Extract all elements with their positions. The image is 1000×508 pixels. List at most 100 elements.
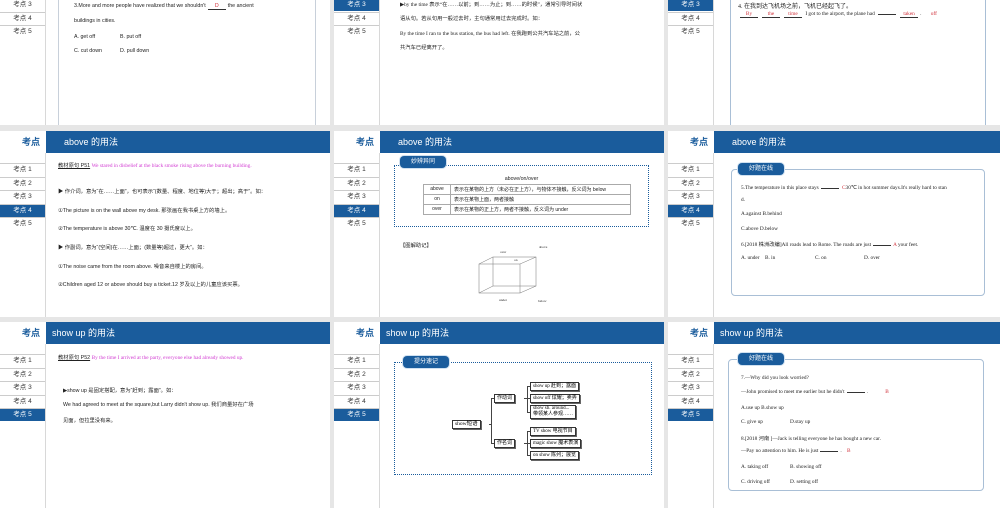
sidebar-item-4[interactable]: 考点 4 (668, 394, 713, 408)
sidebar: 考点 1考点 2考点 3考点 4考点 5 (668, 344, 714, 508)
text-line: ▶show up 是固定搭配，意为“赶到；露面”。如： (63, 388, 177, 394)
sidebar-item-5[interactable]: 考点 5 (668, 217, 713, 230)
slide-r1c2[interactable]: 考点考点 1考点 2考点 3考点 4考点 5 ▶by the time 表示“在… (334, 0, 664, 125)
mindmap-box (394, 362, 652, 475)
question-7: 7.—Why did you look worried? (741, 375, 809, 381)
section-tab: 好题在线 (738, 353, 784, 365)
sidebar-header: 考点 (334, 322, 380, 344)
sidebar-item-2[interactable]: 考点 2 (0, 367, 45, 381)
label-over: over (500, 250, 507, 254)
slide-r1c1[interactable]: 考点考点 1考点 2考点 3考点 4考点 5 3.More and more p… (0, 0, 330, 125)
cube-diagram (478, 256, 537, 294)
sidebar-item-2[interactable]: 考点 2 (668, 367, 713, 381)
sidebar-item-4[interactable]: 考点 4 (0, 11, 45, 25)
sidebar-item-5[interactable]: 考点 5 (668, 25, 713, 38)
slide-title: show up 的用法 (380, 322, 664, 344)
sidebar-item-4[interactable]: 考点 4 (668, 203, 713, 217)
slide-r2c2[interactable]: 考点 考点 1 考点 2 考点 3 考点 4 考点 5 above 的用法 妙辨异同 ab… (334, 131, 664, 317)
slide-title: above 的用法 (714, 131, 1000, 153)
text-line: ▶ 作副词，意为“(空间)在……上面；(数量等)超过，更大”。如： (58, 245, 208, 251)
label-under: under (499, 298, 507, 302)
text-line: We had agreed to meet at the square,but … (63, 402, 254, 408)
sidebar-item-2[interactable]: 考点 2 (668, 176, 713, 190)
option-d: D.stay up (790, 419, 811, 425)
slide-r2c3[interactable]: 考点 考点 1 考点 2 考点 3 考点 4 考点 5 above 的用法 好题在线 5.… (668, 131, 1000, 317)
sidebar-item-4[interactable]: 考点 4 (0, 394, 45, 408)
section-tab: 提分速记 (403, 356, 449, 368)
sidebar-item-1[interactable]: 考点 1 (0, 163, 45, 176)
sidebar-item-5[interactable]: 考点 5 (0, 25, 45, 38)
mindmap-item: TV show 电视节目 (530, 427, 576, 436)
sidebar-item-5[interactable]: 考点 5 (0, 217, 45, 230)
mindmap-item: show sb. around... 带领某人参观…… (530, 405, 577, 419)
sidebar-item-3[interactable]: 考点 3 (0, 190, 45, 203)
sidebar-item-3[interactable]: 考点 3 (668, 0, 713, 11)
slide-r2c1[interactable]: 考点 考点 1 考点 2 考点 3 考点 4 考点 5 above 的用法 教材原句 P5… (0, 131, 330, 317)
text-line: ▶by the time 表示“在……以前；到……为止；到……的时候”，通常引导… (400, 2, 583, 8)
sidebar-item-1[interactable]: 考点 1 (668, 163, 713, 176)
question-text: buildings in cities. (74, 18, 116, 24)
slide-r1c3[interactable]: 考点考点 1考点 2考点 3考点 4考点 5 4. 在我到达飞机场之前，飞机已经… (668, 0, 1000, 125)
sidebar-header: 考点 (0, 131, 46, 153)
answer-line: By the time I got to the airport, the plan… (738, 11, 937, 18)
connector (527, 386, 528, 412)
question-3: 3.More and more people have realized tha… (74, 3, 254, 10)
sidebar-item-3[interactable]: 考点 3 (334, 0, 379, 11)
option-a: A. under (741, 255, 760, 261)
mindmap-verb: 作动词 (494, 394, 516, 403)
sidebar-item-4[interactable]: 考点 4 (668, 11, 713, 25)
sidebar-header: 考点 (668, 322, 714, 344)
label-above: above (539, 245, 548, 249)
sidebar-item-1[interactable]: 考点 1 (668, 354, 713, 367)
slide-r3c1[interactable]: 考点 考点 1 考点 2 考点 3 考点 4 考点 5 show up 的用法 教材原句 … (0, 322, 330, 508)
slide-r3c3[interactable]: 考点 考点 1 考点 2 考点 3 考点 4 考点 5 show up 的用法 好题在线 … (668, 322, 1000, 508)
question-text: —John promised to meet me earlier but he… (741, 389, 889, 395)
sidebar-item-3[interactable]: 考点 3 (668, 381, 713, 394)
mindmap-root: show短语 (452, 420, 481, 429)
sidebar-item-3[interactable]: 考点 3 (0, 0, 45, 11)
sidebar-item-3[interactable]: 考点 3 (0, 381, 45, 394)
question-5: 5.The temperature in this place stays C3… (741, 185, 947, 191)
options: C.above D.below (741, 226, 778, 232)
connector (491, 398, 492, 443)
text-line: ②The temperature is above 30℃. 温度在 30 摄氏… (58, 226, 196, 232)
option-a: A. taking off (741, 464, 769, 470)
option-d: D. pull down (120, 48, 150, 54)
sidebar: 考点 1考点 2考点 3考点 4考点 5 (334, 0, 380, 125)
mindmap-item: show off 炫耀；卖弄 (530, 394, 580, 403)
mindmap-item: magic show 魔术表演 (530, 439, 582, 448)
option-c: C. on (815, 255, 827, 261)
slide-title: show up 的用法 (714, 322, 1000, 344)
sidebar-item-1[interactable]: 考点 1 (334, 354, 379, 367)
sidebar-item-5[interactable]: 考点 5 (334, 25, 379, 38)
text-line: By the time I ran to the bus station, th… (400, 31, 580, 37)
option-b: B. in (765, 255, 776, 261)
sidebar: 考点 1考点 2考点 3考点 4考点 5 (334, 344, 380, 508)
textbook-source: 教材原句 P51 We stared in disbelief at the b… (58, 163, 252, 169)
label-on: on (514, 258, 518, 262)
options: A.against B.behind (741, 211, 782, 217)
text-line: ①The picture is on the wall above my des… (58, 208, 231, 214)
mindmap-item: on show 陈列；展览 (530, 451, 580, 460)
text-line: ▶ 作介词，意为“在……上面”，也可表示“(数量、程度、地位等)大于；超出；高于… (58, 189, 267, 195)
sidebar-item-2[interactable]: 考点 2 (0, 176, 45, 190)
sidebar-item-5[interactable]: 考点 5 (0, 408, 45, 421)
sidebar-item-5[interactable]: 考点 5 (668, 408, 713, 421)
content-border (58, 0, 59, 125)
text-line: ②Children aged 12 or above should buy a … (58, 282, 243, 288)
mindmap-item: show up 赶到；露面 (530, 382, 580, 391)
sidebar-item-4[interactable]: 考点 4 (334, 394, 379, 408)
sidebar-item-4[interactable]: 考点 4 (334, 11, 379, 25)
slide-r3c2[interactable]: 考点 考点 1 考点 2 考点 3 考点 4 考点 5 show up 的用法 提分速记 … (334, 322, 664, 508)
sidebar-item-1[interactable]: 考点 1 (0, 354, 45, 367)
sidebar: 考点 1考点 2考点 3考点 4考点 5 (0, 344, 46, 508)
option-c: C. give up (741, 419, 763, 425)
sidebar-item-4[interactable]: 考点 4 (0, 203, 45, 217)
sidebar-item-3[interactable]: 考点 3 (334, 381, 379, 394)
mindmap-noun: 作名词 (494, 439, 516, 448)
sidebar-item-5[interactable]: 考点 5 (334, 408, 379, 421)
sidebar-item-2[interactable]: 考点 2 (334, 367, 379, 381)
textbook-source: 教材原句 P52 By the time I arrived at the pa… (58, 355, 244, 361)
sidebar: 考点 1考点 2考点 3考点 4考点 5 (668, 153, 714, 317)
sidebar-item-3[interactable]: 考点 3 (668, 190, 713, 203)
